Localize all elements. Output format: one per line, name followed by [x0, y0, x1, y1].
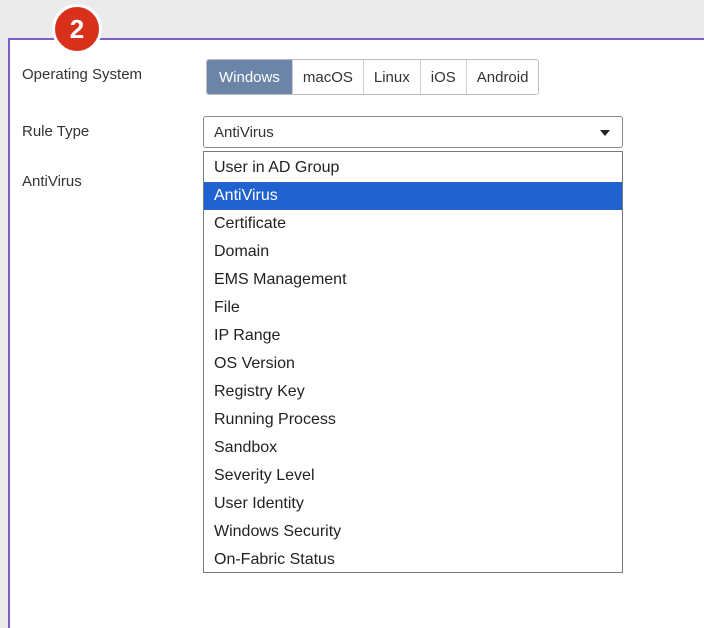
os-option-windows[interactable]: Windows [207, 60, 292, 94]
rule-type-dropdown: User in AD Group AntiVirus Certificate D… [203, 151, 623, 573]
dropdown-option[interactable]: On-Fabric Status [204, 546, 622, 574]
rule-type-select[interactable]: AntiVirus [203, 116, 623, 148]
dropdown-option[interactable]: Running Process [204, 406, 622, 434]
dropdown-option[interactable]: User Identity [204, 490, 622, 518]
section-label: AntiVirus [22, 173, 82, 190]
dropdown-option[interactable]: IP Range [204, 322, 622, 350]
dropdown-option[interactable]: OS Version [204, 350, 622, 378]
dropdown-option[interactable]: Domain [204, 238, 622, 266]
os-label: Operating System [22, 66, 143, 83]
dropdown-option[interactable]: Windows Security [204, 518, 622, 546]
os-segmented-control: Windows macOS Linux iOS Android [206, 59, 540, 95]
rule-type-value: AntiVirus [214, 123, 274, 141]
dropdown-option-selected[interactable]: AntiVirus [204, 182, 622, 210]
os-option-android[interactable]: Android [465, 60, 539, 94]
chevron-down-icon [600, 130, 610, 136]
dropdown-option[interactable]: Certificate [204, 210, 622, 238]
dropdown-option[interactable]: File [204, 294, 622, 322]
dropdown-option[interactable]: EMS Management [204, 266, 622, 294]
os-option-linux[interactable]: Linux [362, 60, 420, 94]
dropdown-option[interactable]: User in AD Group [204, 154, 622, 182]
os-option-ios[interactable]: iOS [419, 60, 466, 94]
os-option-macos[interactable]: macOS [291, 60, 363, 94]
dropdown-option[interactable]: Registry Key [204, 378, 622, 406]
dropdown-option[interactable]: Severity Level [204, 462, 622, 490]
step-badge: 2 [52, 4, 102, 54]
dropdown-option[interactable]: Sandbox [204, 434, 622, 462]
rule-type-label: Rule Type [22, 123, 90, 140]
